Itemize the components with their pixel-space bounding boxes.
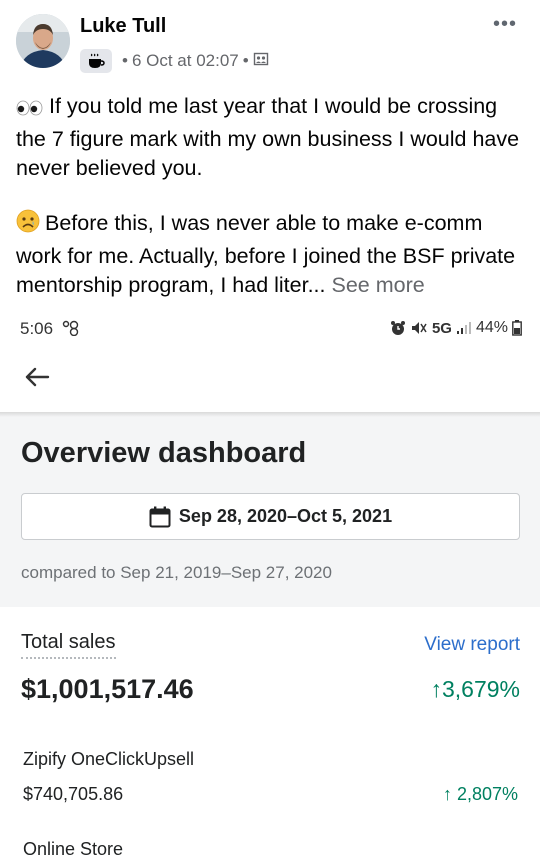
sad-face-emoji-icon	[16, 209, 40, 242]
back-arrow-icon[interactable]	[22, 362, 52, 392]
view-report-link[interactable]: View report	[424, 634, 520, 656]
breakdown-label: Online Store	[23, 839, 124, 855]
calendar-icon	[149, 506, 171, 527]
battery-icon	[512, 320, 522, 336]
facebook-post: Luke Tull ••• • 6 Oct at 02:07 • If you …	[0, 0, 540, 310]
overview-section: Overview dashboard Sep 28, 2020–Oct 5, 2…	[0, 417, 540, 607]
total-sales-change: ↑3,679%	[430, 676, 520, 702]
post-paragraph-2: Before this, I was never able to make e-…	[16, 209, 531, 301]
comparison-period: compared to Sep 21, 2019–Sep 27, 2020	[21, 563, 332, 582]
notification-icon	[62, 320, 79, 337]
status-icons: 5G 44%	[390, 319, 522, 337]
separator-dot: •	[242, 51, 249, 70]
post-timestamp[interactable]: 6 Oct at 02:07	[132, 51, 239, 71]
status-time: 5:06	[20, 319, 80, 339]
total-sales-label[interactable]: Total sales	[21, 631, 116, 659]
breakdown-label: Zipify OneClickUpsell	[23, 749, 195, 769]
more-options-icon[interactable]: •••	[493, 13, 517, 36]
mute-icon	[411, 322, 427, 334]
page-title: Overview dashboard	[21, 437, 307, 469]
group-members-icon	[253, 51, 269, 72]
separator-dot: •	[122, 51, 128, 70]
breakdown-change: ↑ 2,807%	[442, 784, 518, 804]
post-paragraph-1: If you told me last year that I would be…	[16, 92, 531, 184]
breakdown-value: $740,705.86	[23, 784, 124, 804]
post-paragraph-2-text: Before this, I was never able to make e-…	[16, 211, 516, 297]
post-meta: • 6 Oct at 02:07 •	[80, 49, 269, 73]
avatar[interactable]	[16, 14, 70, 68]
post-author[interactable]: Luke Tull	[80, 15, 166, 38]
see-more-link[interactable]: See more	[332, 273, 425, 297]
date-range-button[interactable]: Sep 28, 2020–Oct 5, 2021	[21, 493, 520, 540]
date-range-label: Sep 28, 2020–Oct 5, 2021	[178, 506, 393, 526]
dashboard-screenshot: 5:06 5G 44% Overview dashboard Sep 28, 2…	[0, 310, 540, 855]
status-time-text: 5:06	[20, 319, 54, 338]
signal-icon	[456, 322, 471, 334]
coffee-icon[interactable]	[80, 49, 112, 73]
total-sales-card: Total sales View report $1,001,517.46 ↑3…	[0, 607, 540, 855]
alarm-icon	[390, 321, 405, 335]
battery-percent: 44%	[475, 319, 508, 336]
total-sales-value: $1,001,517.46	[21, 674, 194, 704]
status-bar: 5:06 5G 44%	[0, 310, 540, 348]
post-paragraph-1-text: If you told me last year that I would be…	[16, 94, 520, 180]
network-type: 5G	[431, 319, 452, 337]
eyes-emoji-icon	[16, 95, 44, 125]
